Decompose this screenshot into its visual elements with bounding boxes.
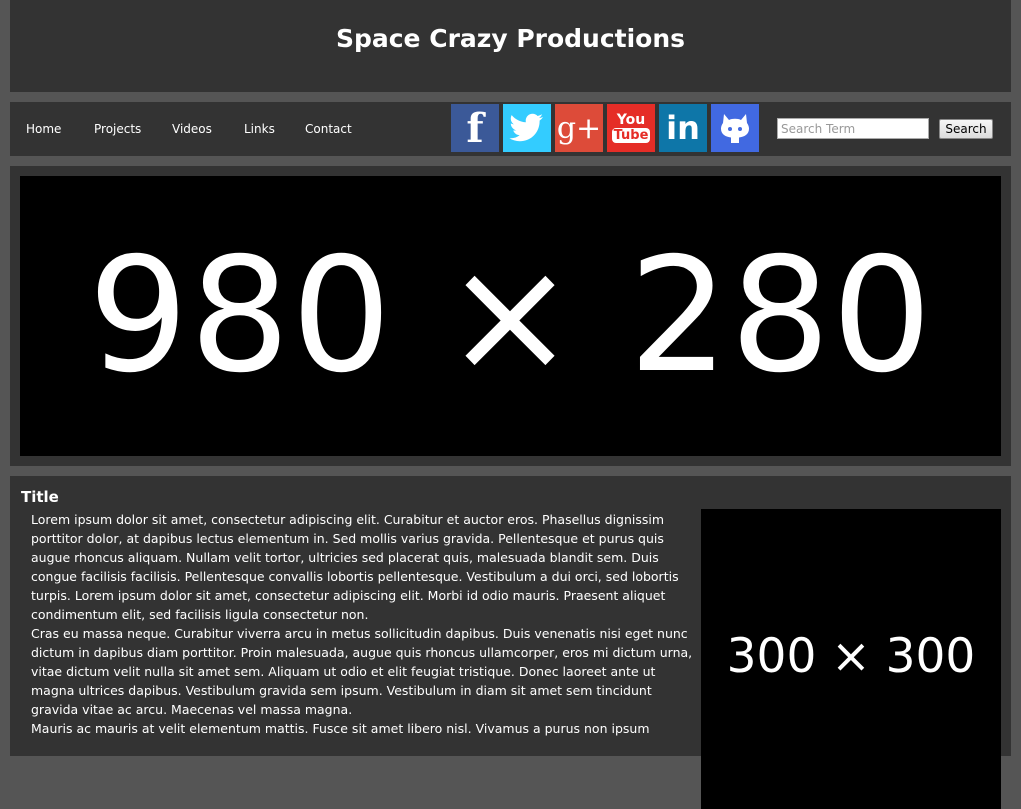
search-input[interactable] [777, 118, 929, 139]
nav-item-links[interactable]: Links [244, 122, 275, 136]
banner-image-placeholder: 980 × 280 [20, 176, 1001, 456]
navigation-bar: Home Projects Videos Links Contact f g+ … [10, 102, 1011, 156]
content-title: Title [21, 488, 59, 506]
content-body: Lorem ipsum dolor sit amet, consectetur … [31, 510, 696, 738]
banner-panel: 980 × 280 [10, 166, 1011, 466]
content-panel: Title Lorem ipsum dolor sit amet, consec… [10, 476, 1011, 809]
site-title: Space Crazy Productions [335, 24, 686, 53]
twitter-icon[interactable] [503, 104, 551, 152]
nav-item-videos[interactable]: Videos [172, 122, 212, 136]
facebook-icon[interactable]: f [451, 104, 499, 152]
twitter-bird-shape [509, 113, 543, 142]
banner-dimensions-label: 980 × 280 [88, 224, 933, 408]
content-paragraph: Mauris ac mauris at velit elementum matt… [31, 721, 650, 736]
content-paragraph: Lorem ipsum dolor sit amet, consectetur … [31, 512, 679, 622]
content-paragraph: Cras eu massa neque. Curabitur viverra a… [31, 626, 693, 717]
linkedin-icon[interactable]: in [659, 104, 707, 152]
google-plus-icon[interactable]: g+ [555, 104, 603, 152]
github-octocat-shape [721, 114, 749, 143]
nav-item-home[interactable]: Home [26, 122, 61, 136]
side-image-placeholder: 300 × 300 [701, 509, 1001, 809]
side-image-dimensions-label: 300 × 300 [726, 628, 976, 684]
youtube-icon[interactable]: You Tube [607, 104, 655, 152]
site-header: Space Crazy Productions [10, 0, 1011, 92]
nav-item-projects[interactable]: Projects [94, 122, 141, 136]
github-icon[interactable] [711, 104, 759, 152]
nav-item-contact[interactable]: Contact [305, 122, 352, 136]
search-button[interactable]: Search [939, 119, 993, 139]
